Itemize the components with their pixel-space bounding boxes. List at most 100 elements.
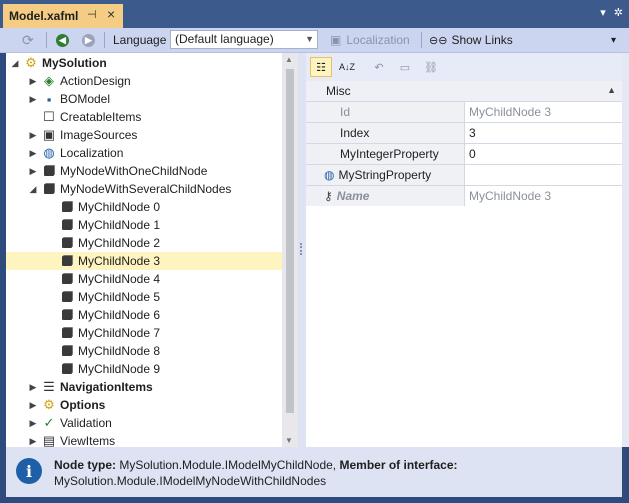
scrollbar-thumb[interactable] bbox=[286, 69, 294, 413]
document-tab[interactable]: Model.xafml ⊣ × bbox=[3, 4, 123, 28]
tree-item[interactable]: MyChildNode 1 bbox=[6, 216, 282, 234]
tree-item-label: MySolution bbox=[42, 56, 107, 70]
tree-item-label: ImageSources bbox=[60, 128, 138, 142]
toolbar-overflow-button[interactable]: ▾ bbox=[611, 28, 616, 52]
category-label: Misc bbox=[326, 84, 351, 98]
tree-item[interactable]: ☐ CreatableItems bbox=[6, 108, 282, 126]
property-value[interactable] bbox=[465, 165, 626, 185]
property-row-margin bbox=[306, 123, 322, 143]
category-misc[interactable]: Misc ▲ bbox=[306, 81, 622, 102]
tree-item-label: MyNodeWithSeveralChildNodes bbox=[60, 182, 232, 196]
pin-icon[interactable]: ⊣ bbox=[87, 8, 97, 21]
collapsed-arrow-icon[interactable]: ▶ bbox=[28, 166, 38, 177]
collapsed-arrow-icon[interactable]: ▶ bbox=[28, 76, 38, 87]
tree-item[interactable]: ▶ ▪ BOModel bbox=[6, 90, 282, 108]
property-name-cell[interactable]: MyIntegerProperty bbox=[322, 144, 465, 164]
property-grid-empty-area bbox=[306, 206, 622, 447]
tree-item[interactable]: ▶ ✓ Validation bbox=[6, 414, 282, 432]
property-name: MyIntegerProperty bbox=[340, 147, 439, 161]
settings-icon[interactable]: ✲ bbox=[614, 6, 623, 19]
property-row[interactable]: ⚷ Name MyChildNode 3 bbox=[306, 186, 622, 207]
tree-item[interactable]: MyChildNode 3 bbox=[6, 252, 282, 270]
tree-item-label: BOModel bbox=[60, 92, 111, 106]
language-combo[interactable]: (Default language) ▼ bbox=[170, 30, 318, 49]
panel-splitter[interactable] bbox=[298, 53, 306, 447]
tree-scrollbar[interactable]: ▲ ▼ bbox=[282, 53, 298, 447]
alphabetical-button[interactable]: A↓Z bbox=[336, 57, 358, 77]
tree-item[interactable]: ▶ ☰ NavigationItems bbox=[6, 378, 282, 396]
tree-item[interactable]: MyChildNode 4 bbox=[6, 270, 282, 288]
tree-item[interactable]: ▶ ◍ Localization bbox=[6, 144, 282, 162]
tree-item[interactable]: MyChildNode 9 bbox=[6, 360, 282, 378]
cube-icon bbox=[42, 164, 56, 178]
property-value[interactable]: MyChildNode 3 bbox=[465, 186, 626, 206]
property-row[interactable]: MyIntegerProperty 0 bbox=[306, 144, 622, 165]
show-links-button[interactable]: ⊖⊖ Show Links bbox=[429, 28, 513, 52]
property-name: Name bbox=[336, 189, 370, 203]
tree-item[interactable]: MyChildNode 5 bbox=[6, 288, 282, 306]
tree-item[interactable]: ▶ ▣ ImageSources bbox=[6, 126, 282, 144]
property-row[interactable]: ◍ MyStringProperty bbox=[306, 165, 622, 186]
tree-item[interactable]: ▶ ◈ ActionDesign bbox=[6, 72, 282, 90]
show-links-label: Show Links bbox=[451, 33, 513, 47]
cube-icon bbox=[60, 200, 74, 214]
collapsed-arrow-icon[interactable]: ▶ bbox=[28, 382, 38, 393]
refresh-icon: ⟳ bbox=[22, 31, 34, 48]
categorized-button[interactable]: ☷ bbox=[310, 57, 332, 77]
tree-item[interactable]: ▶ ▤ ViewItems bbox=[6, 432, 282, 447]
tree-item-label: MyChildNode 3 bbox=[78, 254, 161, 268]
property-name-cell[interactable]: ◍ MyStringProperty bbox=[322, 165, 465, 185]
tree-item[interactable]: MyChildNode 7 bbox=[6, 324, 282, 342]
tree-item-label: MyChildNode 9 bbox=[78, 362, 161, 376]
property-name: Id bbox=[340, 105, 351, 119]
member-value: MySolution.Module.IModelMyNodeWithChildN… bbox=[54, 474, 327, 488]
chevron-down-icon[interactable]: ▼ bbox=[305, 31, 314, 48]
tree-item[interactable]: ▶ MyNodeWithOneChildNode bbox=[6, 162, 282, 180]
node-type-label: Node type: bbox=[54, 458, 117, 472]
property-name-cell[interactable]: Index bbox=[322, 123, 465, 143]
property-grid-toolbar: ☷ A↓Z ↶ ▭ ⛓ bbox=[306, 53, 622, 81]
collapsed-arrow-icon[interactable]: ▶ bbox=[28, 94, 38, 105]
close-icon[interactable]: × bbox=[107, 6, 115, 22]
window-button[interactable]: ▭ bbox=[394, 57, 416, 77]
back-button[interactable]: ◀ bbox=[56, 28, 69, 52]
expanded-arrow-icon[interactable]: ◢ bbox=[10, 58, 20, 69]
tree-item[interactable]: MyChildNode 6 bbox=[6, 306, 282, 324]
property-name-cell[interactable]: Id bbox=[322, 102, 465, 122]
property-value[interactable]: 0 bbox=[465, 144, 626, 164]
collapsed-arrow-icon[interactable]: ▶ bbox=[28, 418, 38, 429]
dropdown-icon[interactable]: ▾ bbox=[600, 6, 606, 19]
collapsed-arrow-icon[interactable]: ▶ bbox=[28, 400, 38, 411]
link-button[interactable]: ⛓ bbox=[420, 57, 442, 77]
tree-item[interactable]: ◢ ⚙ MySolution bbox=[6, 54, 282, 72]
tree-item[interactable]: ▶ ⚙ Options bbox=[6, 396, 282, 414]
collapsed-arrow-icon[interactable]: ▶ bbox=[28, 130, 38, 141]
refresh-button[interactable]: ⟳ bbox=[22, 28, 34, 52]
collapse-icon[interactable]: ▲ bbox=[607, 85, 616, 95]
property-row[interactable]: Id MyChildNode 3 bbox=[306, 102, 622, 123]
collapsed-arrow-icon[interactable]: ▶ bbox=[28, 436, 38, 447]
back-arrow-icon: ◀ bbox=[56, 33, 69, 47]
expanded-arrow-icon[interactable]: ◢ bbox=[28, 184, 38, 195]
globe-icon: ◍ bbox=[324, 168, 335, 182]
cube-icon bbox=[60, 290, 74, 304]
tree-item[interactable]: MyChildNode 0 bbox=[6, 198, 282, 216]
tree-item[interactable]: MyChildNode 2 bbox=[6, 234, 282, 252]
forward-button[interactable]: ▶ bbox=[82, 28, 95, 52]
property-row-margin bbox=[306, 165, 322, 185]
property-name-cell[interactable]: ⚷ Name bbox=[322, 186, 465, 206]
tree-item[interactable]: MyChildNode 8 bbox=[6, 342, 282, 360]
sort-az-icon: A↓Z bbox=[338, 62, 355, 72]
scroll-up-icon[interactable]: ▲ bbox=[285, 55, 293, 64]
reset-button[interactable]: ↶ bbox=[368, 57, 390, 77]
property-value[interactable]: MyChildNode 3 bbox=[465, 102, 626, 122]
property-row[interactable]: Index 3 bbox=[306, 123, 622, 144]
image-sources-icon: ▣ bbox=[42, 127, 56, 142]
localization-button[interactable]: ▣ Localization bbox=[330, 28, 410, 52]
tree-item[interactable]: ◢ MyNodeWithSeveralChildNodes bbox=[6, 180, 282, 198]
tree-item-label: Validation bbox=[60, 416, 112, 430]
scroll-down-icon[interactable]: ▼ bbox=[285, 436, 293, 445]
overflow-icon: ▾ bbox=[611, 34, 617, 46]
collapsed-arrow-icon[interactable]: ▶ bbox=[28, 148, 38, 159]
property-value[interactable]: 3 bbox=[465, 123, 626, 143]
